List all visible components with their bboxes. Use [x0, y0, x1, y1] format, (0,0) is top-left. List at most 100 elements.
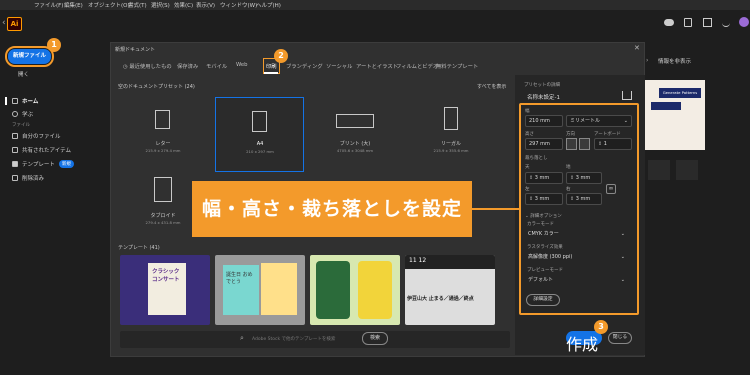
sidebar-item-shared[interactable]: 共有されたアイテム	[12, 146, 71, 154]
preview-mode-label: プレビューモード	[527, 268, 563, 273]
promo-graphic	[651, 102, 681, 110]
bleed-right-label: 右	[566, 187, 571, 192]
cloud-icon[interactable]	[664, 19, 674, 26]
raster-effects-label: ラスタライズ効果	[527, 245, 563, 250]
preset-a4[interactable]: A4 210 x 297 mm	[215, 97, 304, 172]
tab-branding[interactable]: ブランディング	[286, 62, 323, 70]
menu-effect[interactable]: 効果(C)	[174, 1, 193, 9]
tab-web[interactable]: Web	[236, 62, 248, 68]
pattern-left	[316, 261, 350, 319]
width-input[interactable]: 210 mm	[525, 115, 563, 127]
bleed-label: 裁ち落とし	[525, 156, 548, 161]
bleed-bottom-input[interactable]: ⇕ 3 mm	[566, 172, 602, 184]
unit-value: ミリメートル	[570, 118, 601, 124]
height-input[interactable]: 297 mm	[525, 138, 563, 150]
tab-free-templates[interactable]: 無料テンプレート	[436, 62, 478, 70]
preset-print-large[interactable]: ブリント (大) 4705.6 x 3048 mm	[320, 97, 390, 169]
template-card	[261, 263, 297, 315]
menu-edit[interactable]: 編集(E)	[64, 1, 83, 9]
blank-presets-heading: 空のドキュメントプリセット (24)	[118, 84, 195, 90]
close-button[interactable]: 閉じる	[608, 332, 632, 344]
preset-legal[interactable]: リーガル 215.9 x 355.6 mm	[416, 97, 486, 169]
close-icon[interactable]: ✕	[634, 44, 640, 52]
tab-art[interactable]: アートとイラスト	[356, 62, 398, 70]
preview-mode-select[interactable]: デフォルト ⌄	[525, 275, 625, 287]
dialog-title: 新規ドキュメント	[115, 47, 156, 53]
gift-icon[interactable]	[703, 18, 712, 27]
back-icon[interactable]: ‹	[2, 18, 6, 28]
sidebar-item-my-files[interactable]: 自分のファイル	[12, 132, 61, 140]
new-badge: 新規	[58, 160, 74, 168]
preset-size: 210 x 297 mm	[246, 149, 274, 154]
preset-size: 215.9 x 355.6 mm	[433, 148, 469, 153]
avatar[interactable]	[739, 17, 749, 27]
template-search-input[interactable]: Adobe Stock で他のテンプレートを検索	[252, 336, 362, 342]
link-icon[interactable]: ∞	[606, 184, 616, 194]
instruction-callout: 幅・高さ・裁ち落としを設定	[192, 181, 472, 237]
search-button[interactable]: 検索	[362, 332, 388, 345]
menu-select[interactable]: 選択(S)	[151, 1, 170, 9]
advanced-options-toggle[interactable]: ⌄ 詳細オプション	[525, 213, 562, 219]
app-bar	[0, 10, 750, 40]
sidebar-item-learn[interactable]: 学ぶ	[12, 110, 33, 118]
view-all-link[interactable]: すべてを表示	[477, 83, 506, 90]
unit-select[interactable]: ミリメートル ⌄	[566, 115, 632, 127]
save-preset-icon[interactable]	[622, 91, 632, 100]
bleed-top-input[interactable]: ⇕ 3 mm	[525, 172, 563, 184]
tab-film[interactable]: フィルムとビデオ	[396, 62, 438, 70]
color-mode-select[interactable]: CMYK カラー ⌄	[525, 229, 625, 241]
raster-effects-select[interactable]: 高解像度 (300 ppi) ⌄	[525, 252, 625, 264]
recent-thumb-2[interactable]	[676, 160, 698, 180]
hide-info-button[interactable]: 情報を非表示	[658, 57, 691, 65]
menu-file[interactable]: ファイル(F)	[34, 1, 63, 9]
menu-view[interactable]: 表示(V)	[196, 1, 215, 9]
chevron-down-icon: ⌄	[620, 254, 625, 260]
bleed-right-input[interactable]: ⇕ 3 mm	[566, 193, 602, 205]
step-badge-3: 3	[594, 320, 608, 334]
document-icon	[155, 110, 170, 129]
generate-patterns-chip: Generate Patterns	[659, 88, 701, 98]
sidebar-item-home[interactable]: ホーム	[12, 97, 38, 105]
callout-connector	[472, 208, 520, 210]
sidebar-item-templates[interactable]: テンプレート 新規	[12, 160, 74, 168]
preset-tabloid[interactable]: タブロイド 279.4 x 431.8 mm	[128, 172, 198, 232]
bell-icon[interactable]	[722, 18, 730, 27]
template-text-2: 伊豆山大 止まる／通過／終点	[407, 296, 474, 302]
menu-window[interactable]: ウィンドウ(W)	[220, 1, 257, 9]
menu-bar: ファイル(F) 編集(E) オブジェクト(O) 書式(T) 選択(S) 効果(C…	[0, 0, 750, 10]
width-label: 幅	[525, 109, 530, 114]
preset-name: A4	[256, 141, 264, 147]
tab-social[interactable]: ソーシャル	[326, 62, 352, 70]
template-concert[interactable]: クラシック コンサート	[120, 255, 210, 325]
trash-icon	[12, 175, 18, 181]
portrait-orientation-icon[interactable]	[566, 138, 577, 150]
document-icon	[336, 114, 374, 128]
template-transit[interactable]: 11 12 伊豆山大 止まる／通過／終点	[405, 255, 495, 325]
plugins-icon[interactable]	[684, 18, 692, 27]
menu-help[interactable]: ヘルプ(H)	[256, 1, 281, 9]
tab-recent[interactable]: ◷ 最近使用したもの	[123, 62, 172, 70]
file-icon	[12, 133, 18, 139]
menu-object[interactable]: オブジェクト(O)	[88, 1, 130, 9]
preset-name: ブリント (大)	[339, 141, 371, 147]
artboards-input[interactable]: ⇕ 1	[594, 138, 632, 150]
template-birthday[interactable]: 誕生日 おめでとう	[215, 255, 305, 325]
promo-card[interactable]: Generate Patterns	[645, 80, 705, 150]
preset-size: 4705.6 x 3048 mm	[336, 148, 374, 153]
preset-letter[interactable]: レター 215.9 x 279.4 mm	[128, 97, 198, 169]
open-button[interactable]: 開く	[18, 70, 29, 78]
template-pattern[interactable]	[310, 255, 400, 325]
sidebar-item-deleted[interactable]: 削除済み	[12, 174, 44, 182]
more-settings-button[interactable]: 詳細設定	[526, 294, 560, 306]
tab-saved[interactable]: 保存済み	[177, 62, 198, 70]
menu-type[interactable]: 書式(T)	[128, 1, 147, 9]
chevron-down-icon: ⌄	[620, 277, 625, 283]
new-file-button[interactable]: 新規ファイル	[5, 46, 54, 67]
active-tab-underline	[264, 72, 278, 74]
tab-mobile[interactable]: モバイル	[206, 62, 227, 70]
template-text: 11 12	[405, 255, 495, 269]
landscape-orientation-icon[interactable]	[579, 138, 590, 150]
recent-thumb-1[interactable]	[648, 160, 670, 180]
document-name-field[interactable]: 名称未設定-1	[527, 93, 560, 101]
bleed-left-input[interactable]: ⇕ 3 mm	[525, 193, 563, 205]
